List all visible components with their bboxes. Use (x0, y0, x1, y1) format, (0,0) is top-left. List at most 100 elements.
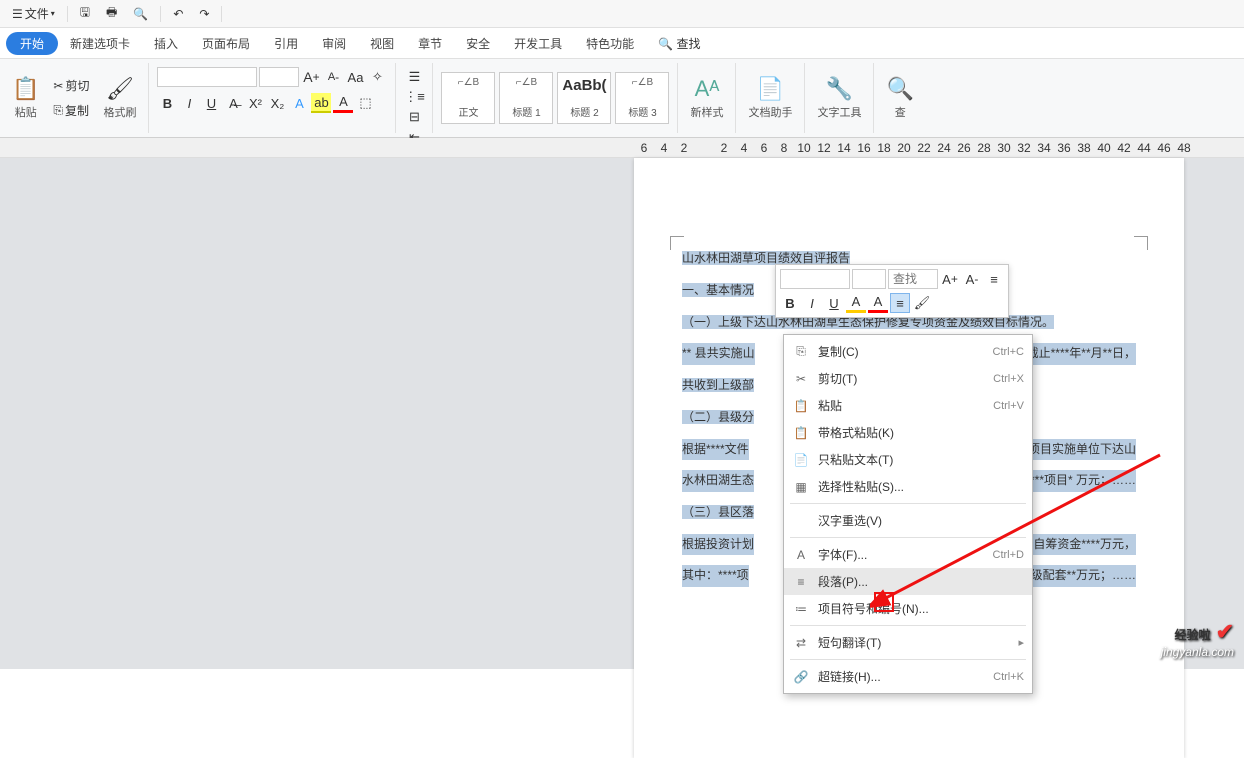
font-icon: A (792, 548, 810, 562)
context-menu: ⎘复制(C)Ctrl+C ✂剪切(T)Ctrl+X 📋粘贴Ctrl+V 📋带格式… (783, 334, 1033, 694)
paste-icon: 📋 (792, 399, 810, 413)
doc-helper-button[interactable]: 📄文档助手 (744, 74, 796, 122)
ctx-bullets[interactable]: ≔项目符号和编号(N)... (784, 595, 1032, 622)
group-styles: ⌐∠B正文 ⌐∠B标题 1 AaBb(标题 2 ⌐∠B标题 3 (433, 63, 678, 133)
copy-icon: ⎘ (792, 344, 810, 359)
tab-insert[interactable]: 插入 (142, 31, 190, 56)
ctx-paste-format[interactable]: 📋带格式粘贴(K) (784, 419, 1032, 446)
ribbon: 📋粘贴 ✂ 剪切 ⎘ 复制 🖌格式刷 A+ A- Aa ✧ B I U A̶ X… (0, 58, 1244, 138)
ctx-font[interactable]: A字体(F)...Ctrl+D (784, 541, 1032, 568)
mini-color[interactable]: A (868, 293, 888, 313)
tab-pagelayout[interactable]: 页面布局 (190, 31, 262, 56)
char-border-button[interactable]: ⬚ (355, 93, 375, 113)
ruler: 6422468101214161820222426283032343638404… (0, 138, 1244, 158)
paste-text-icon: 📄 (792, 453, 810, 467)
menubar: 开始 新建选项卡 插入 页面布局 引用 审阅 视图 章节 安全 开发工具 特色功… (0, 28, 1244, 58)
text-effect-button[interactable]: A (289, 93, 309, 113)
mini-list-icon[interactable]: ≡ (984, 269, 1004, 289)
mini-toolbar: A+ A- ≡ B I U A A ≡ 🖌 (775, 264, 1009, 318)
mini-grow-icon[interactable]: A+ (940, 269, 960, 289)
grow-font-icon[interactable]: A+ (301, 67, 321, 87)
paragraph-icon: ≡ (792, 575, 810, 589)
subscript-button[interactable]: X₂ (267, 93, 287, 113)
mini-bold[interactable]: B (780, 293, 800, 313)
paste-format-icon: 📋 (792, 426, 810, 440)
ctx-cut[interactable]: ✂剪切(T)Ctrl+X (784, 365, 1032, 392)
paste-special-icon: ▦ (792, 480, 810, 494)
titlebar: ☰ 文件 ▾ 🖫 🖶 🔍 ↶ ↷ (0, 0, 1244, 28)
numbering-button[interactable]: ⋮≡ (404, 87, 424, 107)
tab-chapter[interactable]: 章节 (406, 31, 454, 56)
tab-review[interactable]: 审阅 (310, 31, 358, 56)
case-icon[interactable]: Aa (345, 67, 365, 87)
undo-icon[interactable]: ↶ (167, 5, 189, 23)
shrink-font-icon[interactable]: A- (323, 67, 343, 87)
mini-align[interactable]: ≡ (890, 293, 910, 313)
group-font: A+ A- Aa ✧ B I U A̶ X² X₂ A ab A ⬚ (149, 63, 396, 133)
ctx-paste-special[interactable]: ▦选择性粘贴(S)... (784, 473, 1032, 500)
workspace: 山水林田湖草项目绩效自评报告 一、基本情况 （一）上级下达山水林田湖草生态保护修… (0, 158, 1244, 669)
style-heading2[interactable]: AaBb(标题 2 (557, 72, 611, 124)
strike-button[interactable]: A̶ (223, 93, 243, 113)
mini-underline[interactable]: U (824, 293, 844, 313)
tab-devtools[interactable]: 开发工具 (502, 31, 574, 56)
ctx-paste-text: 📄只粘贴文本(T) (784, 446, 1032, 473)
superscript-button[interactable]: X² (245, 93, 265, 113)
app-menu[interactable]: ☰ 文件 ▾ (6, 3, 61, 24)
group-find: 🔍查 (874, 63, 925, 133)
save-icon[interactable]: 🖫 (74, 1, 96, 26)
group-newstyle: Aᴬ新样式 (678, 63, 736, 133)
ctx-copy[interactable]: ⎘复制(C)Ctrl+C (784, 338, 1032, 365)
preview-icon[interactable]: 🔍 (127, 5, 154, 23)
bold-button[interactable]: B (157, 93, 177, 113)
cut-button[interactable]: ✂ 剪切 (49, 75, 93, 96)
group-paragraph: ☰ ⋮≡ ⊟ ⇤ ⇥ ↕ ⇅ ¶ ⊞ ≡ ☰ ≡ ☰ ⫴ ▦ ⊞ (396, 63, 433, 133)
ctx-hyperlink[interactable]: 🔗超链接(H)...Ctrl+K (784, 663, 1032, 690)
tab-newtab[interactable]: 新建选项卡 (58, 31, 142, 56)
tab-security[interactable]: 安全 (454, 31, 502, 56)
bullets-icon: ≔ (792, 602, 810, 616)
multilevel-button[interactable]: ⊟ (404, 107, 424, 127)
font-size-input[interactable] (259, 67, 299, 87)
underline-button[interactable]: U (201, 93, 221, 113)
ctx-hanzi[interactable]: 汉字重选(V) (784, 507, 1032, 534)
mini-font-size[interactable] (852, 269, 886, 289)
copy-button[interactable]: ⎘ 复制 (49, 100, 93, 121)
italic-button[interactable]: I (179, 93, 199, 113)
text-tool-button[interactable]: 🔧文字工具 (813, 74, 865, 122)
redo-icon[interactable]: ↷ (193, 5, 215, 23)
tab-view[interactable]: 视图 (358, 31, 406, 56)
ctx-paste[interactable]: 📋粘贴Ctrl+V (784, 392, 1032, 419)
group-dochelper: 📄文档助手 (736, 63, 805, 133)
style-heading3[interactable]: ⌐∠B标题 3 (615, 72, 669, 124)
new-style-button[interactable]: Aᴬ新样式 (686, 74, 727, 122)
ctx-translate[interactable]: ⇄短句翻译(T)▸ (784, 629, 1032, 656)
menubar-search[interactable]: 🔍 查找 (646, 31, 712, 56)
highlight-button[interactable]: ab (311, 93, 331, 113)
tab-special[interactable]: 特色功能 (574, 31, 646, 56)
font-color-button[interactable]: A (333, 93, 353, 113)
find-button[interactable]: 🔍查 (882, 74, 917, 122)
font-name-input[interactable] (157, 67, 257, 87)
ctx-paragraph[interactable]: ≡段落(P)... (784, 568, 1032, 595)
paste-button[interactable]: 📋粘贴 (8, 74, 43, 122)
mini-shrink-icon[interactable]: A- (962, 269, 982, 289)
mini-find[interactable] (888, 269, 938, 289)
format-brush-button[interactable]: 🖌格式刷 (99, 74, 140, 122)
tab-references[interactable]: 引用 (262, 31, 310, 56)
check-icon: ✔ (1216, 619, 1234, 644)
watermark: 经验啦 ✔ jingyanla.com (1161, 619, 1234, 659)
style-heading1[interactable]: ⌐∠B标题 1 (499, 72, 553, 124)
group-texttool: 🔧文字工具 (805, 63, 874, 133)
group-clipboard: 📋粘贴 ✂ 剪切 ⎘ 复制 🖌格式刷 (0, 63, 149, 133)
chevron-right-icon: ▸ (1018, 636, 1024, 649)
clear-format-icon[interactable]: ✧ (367, 67, 387, 87)
bullets-button[interactable]: ☰ (404, 67, 424, 87)
mini-italic[interactable]: I (802, 293, 822, 313)
mini-font-name[interactable] (780, 269, 850, 289)
style-normal[interactable]: ⌐∠B正文 (441, 72, 495, 124)
mini-highlight[interactable]: A (846, 293, 866, 313)
mini-brush-icon[interactable]: 🖌 (912, 293, 932, 313)
tab-start[interactable]: 开始 (6, 32, 58, 55)
print-icon[interactable]: 🖶 (100, 1, 123, 26)
